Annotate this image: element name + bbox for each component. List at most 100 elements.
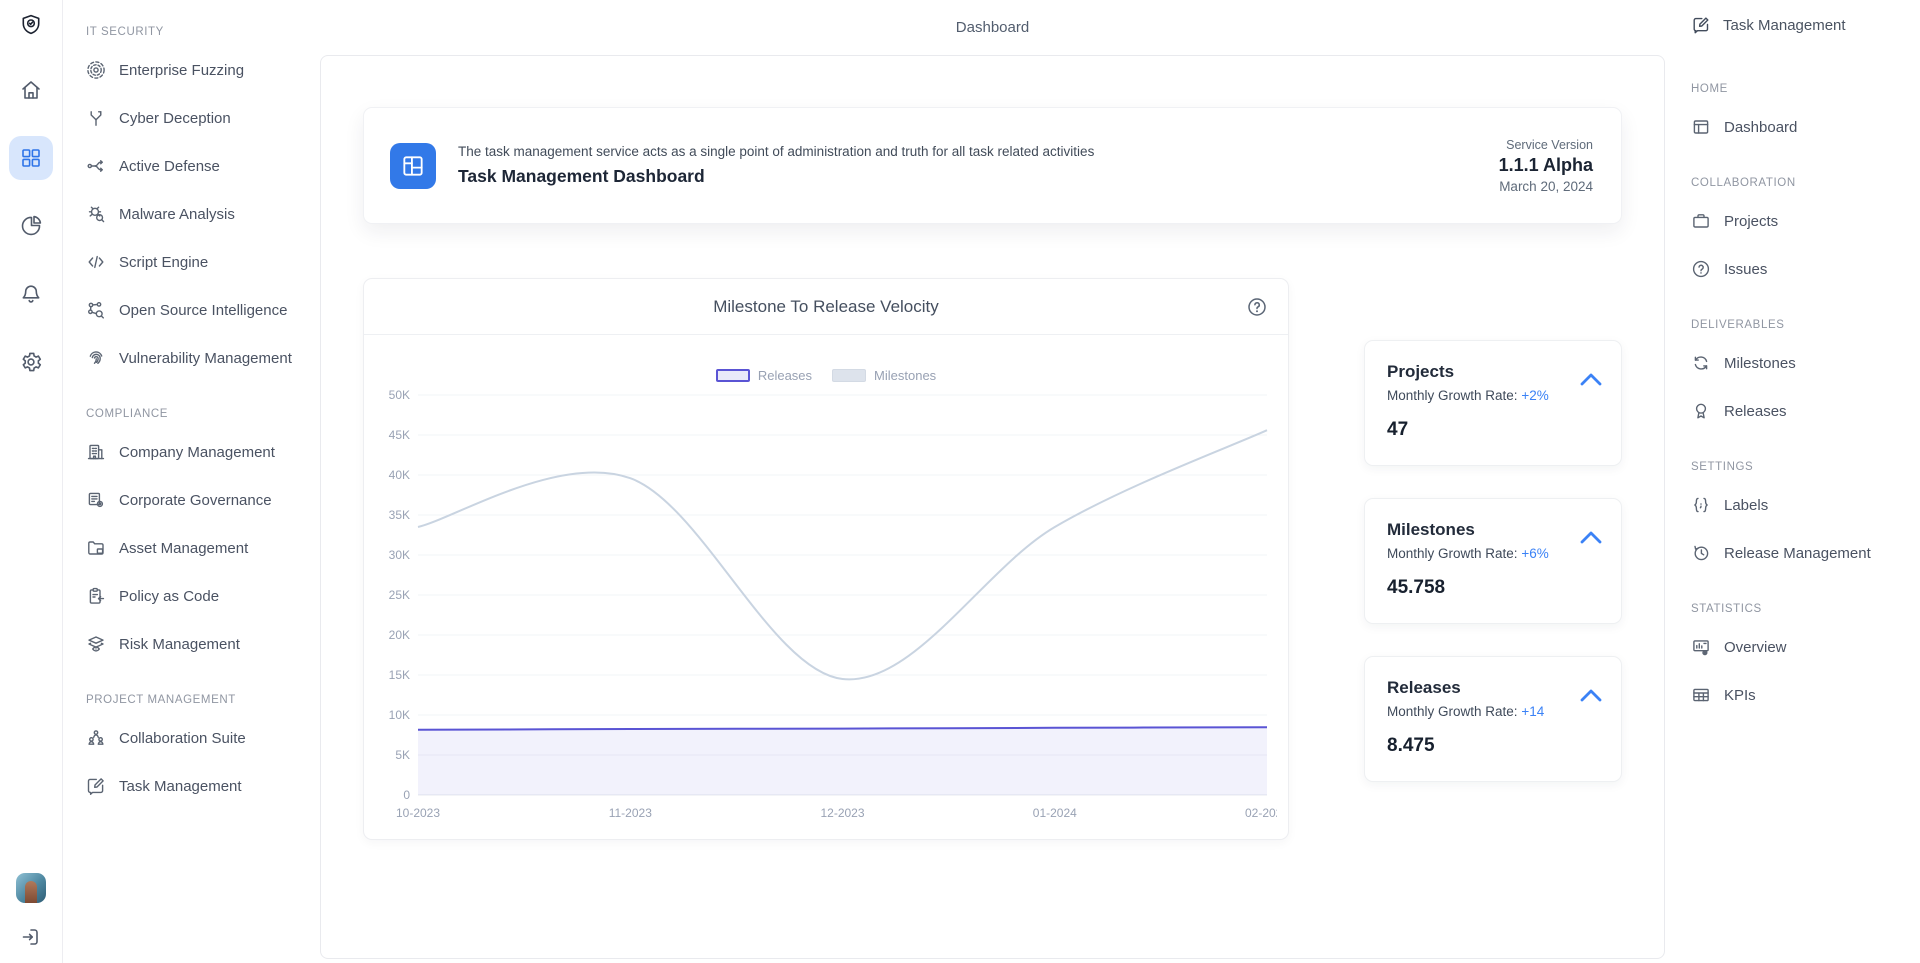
sidebar-item-dashboard[interactable]: Dashboard: [1691, 103, 1920, 151]
board-chart-icon: [1691, 637, 1711, 657]
section-label-project-management: PROJECT MANAGEMENT: [86, 690, 320, 710]
doc-gear-icon: [86, 490, 106, 510]
sidebar-item-label: Dashboard: [1724, 119, 1797, 136]
sidebar-item-label: Collaboration Suite: [119, 730, 246, 747]
sidebar-item-cyber-deception[interactable]: Cyber Deception: [86, 94, 320, 142]
rail-notifications-button[interactable]: [9, 272, 53, 316]
chevron-up-icon[interactable]: [1579, 371, 1603, 387]
task-management-icon: [1691, 15, 1711, 35]
section-label-settings: SETTINGS: [1691, 457, 1920, 477]
svg-text:25K: 25K: [389, 588, 410, 602]
dashboard-layout-icon: [400, 153, 426, 179]
sidebar-item-label: Overview: [1724, 639, 1787, 656]
icon-rail: [0, 0, 63, 963]
main-panel: The task management service acts as a si…: [320, 55, 1665, 959]
stat-card-title: Milestones: [1387, 520, 1601, 540]
sidebar-item-corporate-governance[interactable]: Corporate Governance: [86, 476, 320, 524]
section-label-deliverables: DELIVERABLES: [1691, 315, 1920, 335]
sidebar-item-label: Risk Management: [119, 636, 240, 653]
sidebar-item-label: Milestones: [1724, 355, 1796, 372]
chevron-up-icon[interactable]: [1579, 687, 1603, 703]
help-icon[interactable]: [1246, 296, 1268, 318]
stat-card-title: Projects: [1387, 362, 1601, 382]
chart-legend: Releases Milestones: [364, 367, 1288, 383]
legend-item-releases[interactable]: Releases: [716, 368, 812, 383]
sidebar-item-label: Releases: [1724, 403, 1787, 420]
bug-search-icon: [86, 204, 106, 224]
notifications-bell-icon: [19, 282, 43, 306]
task-management-header: Task Management: [1691, 12, 1920, 38]
table-icon: [1691, 685, 1711, 705]
sidebar-item-malware-analysis[interactable]: Malware Analysis: [86, 190, 320, 238]
sidebar-item-kpis[interactable]: KPIs: [1691, 671, 1920, 719]
branch-icon: [86, 108, 106, 128]
stat-card-milestones: Milestones Monthly Growth Rate: +6% 45.758: [1364, 498, 1622, 624]
svg-text:01-2024: 01-2024: [1033, 806, 1077, 820]
rail-home-button[interactable]: [9, 68, 53, 112]
sidebar-item-company-management[interactable]: Company Management: [86, 428, 320, 476]
sidebar-item-label: Enterprise Fuzzing: [119, 62, 244, 79]
sidebar-item-label: Issues: [1724, 261, 1767, 278]
sidebar-item-enterprise-fuzzing[interactable]: Enterprise Fuzzing: [86, 46, 320, 94]
svg-text:30K: 30K: [389, 548, 410, 562]
sidebar-item-projects[interactable]: Projects: [1691, 197, 1920, 245]
sidebar-item-task-management[interactable]: Task Management: [86, 762, 320, 810]
window-icon: [1691, 117, 1711, 137]
stat-card-value: 45.758: [1387, 577, 1601, 599]
section-label-statistics: STATISTICS: [1691, 599, 1920, 619]
logout-icon[interactable]: [19, 925, 43, 949]
rail-analytics-button[interactable]: [9, 204, 53, 248]
user-avatar[interactable]: [16, 873, 46, 903]
sidebar-item-risk-management[interactable]: Risk Management: [86, 620, 320, 668]
svg-text:15K: 15K: [389, 668, 410, 682]
rail-apps-button[interactable]: [9, 136, 53, 180]
sidebar-item-release-management[interactable]: Release Management: [1691, 529, 1920, 577]
security-sidebar: IT SECURITY Enterprise Fuzzing Cyber Decep…: [64, 0, 320, 963]
sidebar-item-label: Policy as Code: [119, 588, 219, 605]
stat-card-growth: Monthly Growth Rate: +14: [1387, 704, 1601, 719]
section-label-it-security: IT SECURITY: [86, 22, 320, 42]
history-icon: [1691, 543, 1711, 563]
sidebar-item-script-engine[interactable]: Script Engine: [86, 238, 320, 286]
rail-settings-button[interactable]: [9, 340, 53, 384]
sidebar-item-issues[interactable]: Issues: [1691, 245, 1920, 293]
svg-text:10-2023: 10-2023: [396, 806, 440, 820]
sidebar-item-asset-management[interactable]: Asset Management: [86, 524, 320, 572]
service-version-label: Service Version: [1499, 138, 1593, 152]
sidebar-item-label: Active Defense: [119, 158, 220, 175]
sidebar-item-releases[interactable]: Releases: [1691, 387, 1920, 435]
sidebar-item-active-defense[interactable]: Active Defense: [86, 142, 320, 190]
sidebar-item-label: Vulnerability Management: [119, 350, 292, 367]
sidebar-item-label: Projects: [1724, 213, 1778, 230]
task-management-app-icon: [390, 143, 436, 189]
legend-swatch-releases: [716, 369, 750, 382]
svg-text:35K: 35K: [389, 508, 410, 522]
section-label-compliance: COMPLIANCE: [86, 404, 320, 424]
svg-text:11-2023: 11-2023: [609, 806, 652, 820]
sidebar-item-labels[interactable]: Labels: [1691, 481, 1920, 529]
svg-text:45K: 45K: [389, 428, 410, 442]
home-icon: [19, 78, 43, 102]
sidebar-item-milestones[interactable]: Milestones: [1691, 339, 1920, 387]
clipboard-arrow-icon: [86, 586, 106, 606]
sidebar-item-open-source-intelligence[interactable]: Open Source Intelligence: [86, 286, 320, 334]
legend-item-milestones[interactable]: Milestones: [832, 368, 936, 383]
svg-text:5K: 5K: [395, 748, 410, 762]
award-icon: [1691, 401, 1711, 421]
stat-card-growth: Monthly Growth Rate: +6%: [1387, 546, 1601, 561]
sidebar-item-label: KPIs: [1724, 687, 1756, 704]
pie-chart-icon: [19, 214, 43, 238]
sidebar-item-overview[interactable]: Overview: [1691, 623, 1920, 671]
sidebar-item-collaboration-suite[interactable]: Collaboration Suite: [86, 714, 320, 762]
layers-eye-icon: [86, 634, 106, 654]
chevron-up-icon[interactable]: [1579, 529, 1603, 545]
legend-label-milestones: Milestones: [874, 368, 936, 383]
sidebar-item-policy-as-code[interactable]: Policy as Code: [86, 572, 320, 620]
stat-card-projects: ProjectsMonthly Growth Rate: +2%47: [1364, 340, 1622, 466]
braces-icon: [1691, 495, 1711, 515]
stat-card-value: 8.475: [1387, 735, 1601, 757]
sidebar-item-vulnerability-management[interactable]: Vulnerability Management: [86, 334, 320, 382]
svg-text:12-2023: 12-2023: [820, 806, 864, 820]
section-label-home: HOME: [1691, 79, 1920, 99]
service-title: Task Management Dashboard: [458, 166, 1094, 187]
